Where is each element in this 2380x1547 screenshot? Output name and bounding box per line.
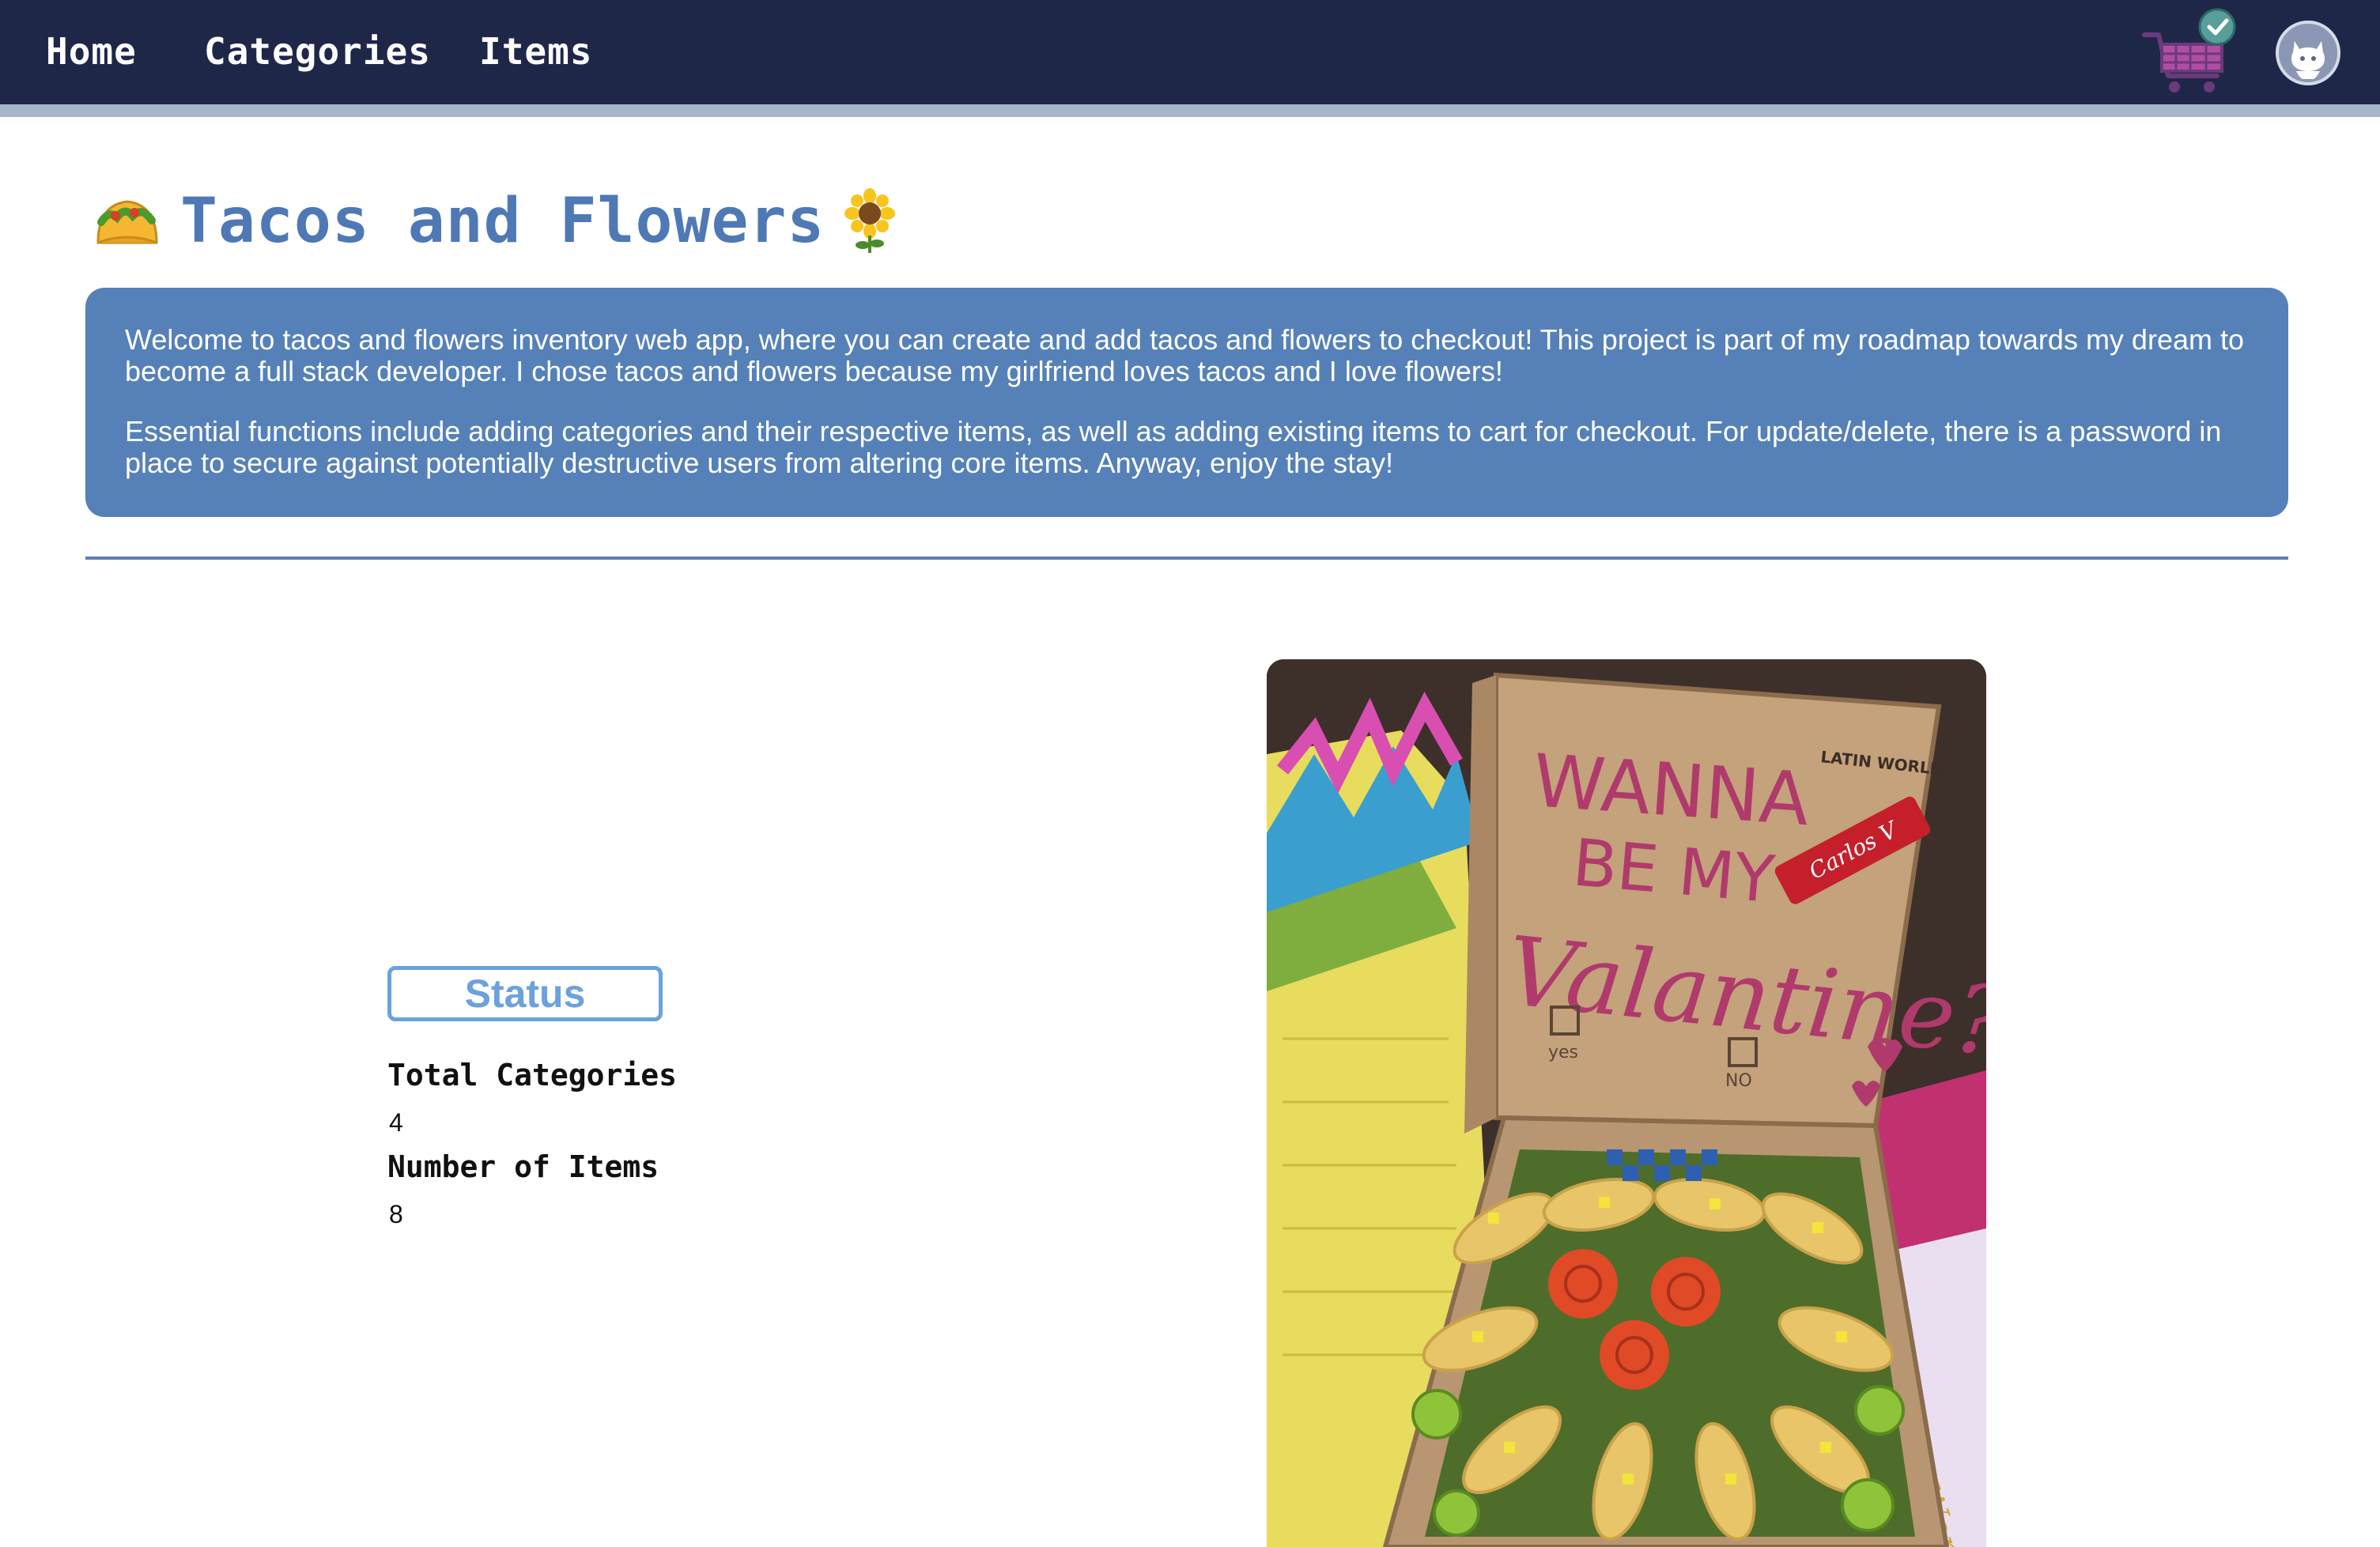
intro-paragraph-2: Essential functions include adding categ… [125,415,2222,479]
page-title: Tacos and Flowers [180,186,825,257]
sunflower-emoji [844,188,896,253]
check-badge-icon [2198,8,2236,46]
section-divider [85,557,2288,560]
number-of-items-label: Number of Items [387,1149,659,1184]
shopping-cart-icon [2142,8,2236,92]
nav-categories-link[interactable]: Categories [204,30,431,73]
number-of-items-value: 8 [389,1200,403,1228]
valentine-taco-photo: Latin World WANNA BE MY Valantine? yes N… [1267,659,1986,1547]
nav-items-link[interactable]: Items [479,30,592,73]
total-categories-value: 4 [389,1108,403,1137]
taco-emoji [96,200,158,244]
total-categories-label: Total Categories [387,1058,678,1092]
github-link[interactable] [2276,21,2340,85]
github-icon [2291,41,2325,79]
svg-text:yes: yes [1548,1043,1578,1062]
status-heading: Status [387,966,663,1021]
nav-home-link[interactable]: Home [46,30,137,73]
intro-paragraph-1: Welcome to tacos and flowers inventory w… [125,323,2244,387]
cart-button[interactable] [2140,8,2242,103]
page-title-row: Tacos and Flowers [93,182,896,261]
top-navbar: Home Categories Items [0,0,2380,117]
svg-text:NO: NO [1725,1071,1752,1091]
intro-panel: Welcome to tacos and flowers inventory w… [85,288,2288,517]
